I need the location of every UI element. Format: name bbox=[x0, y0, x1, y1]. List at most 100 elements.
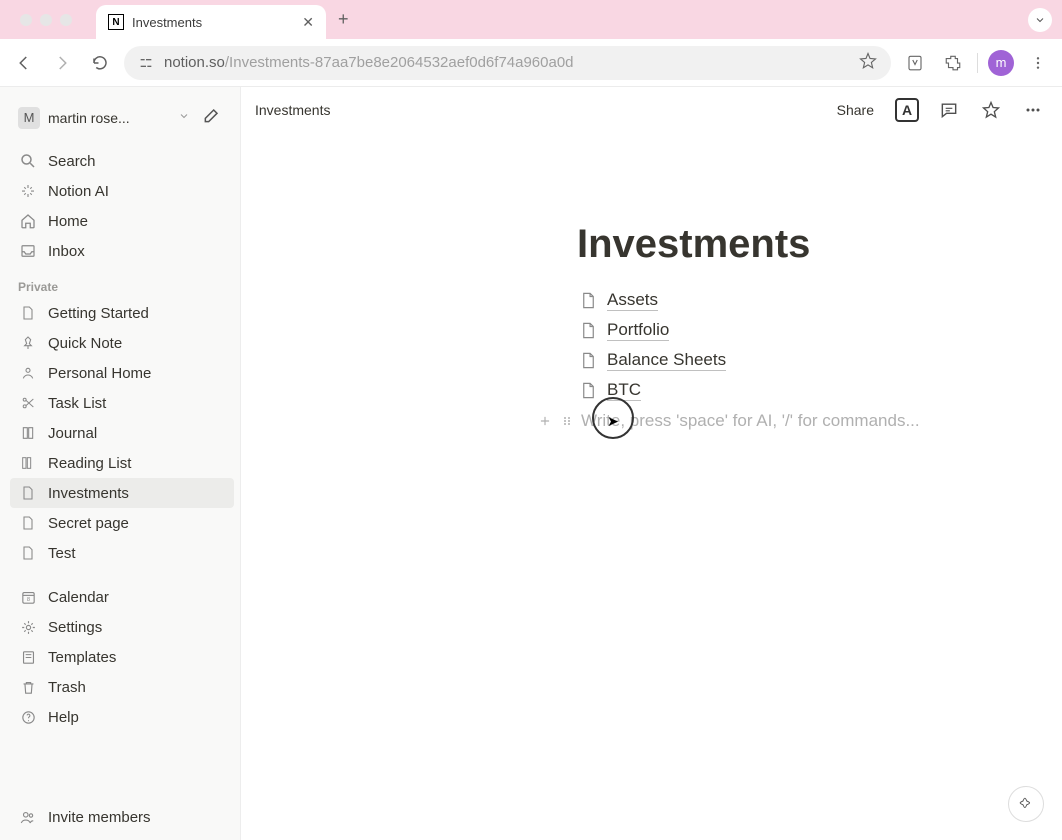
close-window[interactable] bbox=[20, 14, 32, 26]
url-host: notion.so/Investments-87aa7be8e2064532ae… bbox=[164, 54, 574, 71]
template-icon bbox=[18, 647, 38, 667]
sidebar-page-task-list[interactable]: Task List bbox=[10, 388, 234, 418]
tab-title: Investments bbox=[132, 15, 294, 30]
inbox-icon bbox=[18, 241, 38, 261]
sidebar-item-help[interactable]: Help bbox=[10, 702, 234, 732]
tab-strip: N Investments ✕ + bbox=[0, 0, 1062, 39]
search-icon bbox=[18, 151, 38, 171]
workspace-name: martin rose... bbox=[48, 110, 170, 126]
person-icon bbox=[18, 363, 38, 383]
arrow-right-icon bbox=[53, 54, 71, 72]
new-tab-button[interactable]: + bbox=[338, 9, 349, 30]
sidebar-section-private: Private bbox=[10, 266, 234, 298]
sidebar-page-quick-note[interactable]: Quick Note bbox=[10, 328, 234, 358]
svg-text:8: 8 bbox=[26, 597, 29, 603]
sidebar-page-reading-list[interactable]: Reading List bbox=[10, 448, 234, 478]
ai-fab-button[interactable] bbox=[1008, 786, 1044, 822]
url-bar-row: notion.so/Investments-87aa7be8e2064532ae… bbox=[0, 39, 1062, 87]
breadcrumb[interactable]: Investments bbox=[255, 102, 330, 118]
extensions-icon[interactable] bbox=[939, 49, 967, 77]
sidebar-item-notion-ai[interactable]: Notion AI bbox=[10, 176, 234, 206]
sidebar-item-calendar[interactable]: 8 Calendar bbox=[10, 582, 234, 612]
main-content: Investments Share A Investments Assets bbox=[241, 87, 1062, 840]
sidebar-item-templates[interactable]: Templates bbox=[10, 642, 234, 672]
trash-icon bbox=[18, 677, 38, 697]
add-block-icon[interactable] bbox=[537, 414, 553, 428]
profile-avatar[interactable]: m bbox=[988, 50, 1014, 76]
subpage-balance-sheets[interactable]: Balance Sheets bbox=[577, 345, 1062, 375]
maximize-window[interactable] bbox=[60, 14, 72, 26]
minimize-window[interactable] bbox=[40, 14, 52, 26]
sidebar-page-test[interactable]: Test bbox=[10, 538, 234, 568]
browser-menu-icon[interactable] bbox=[1024, 49, 1052, 77]
site-settings-icon[interactable] bbox=[138, 55, 154, 71]
tab-overflow-button[interactable] bbox=[1028, 8, 1052, 32]
gear-icon bbox=[18, 617, 38, 637]
close-tab-icon[interactable]: ✕ bbox=[302, 14, 314, 31]
workspace-switcher[interactable]: M martin rose... bbox=[10, 95, 234, 140]
reader-mode-icon[interactable] bbox=[901, 49, 929, 77]
pin-icon bbox=[18, 333, 38, 353]
address-bar[interactable]: notion.so/Investments-87aa7be8e2064532ae… bbox=[124, 46, 891, 80]
calendar-icon: 8 bbox=[18, 587, 38, 607]
scissors-icon bbox=[18, 393, 38, 413]
home-icon bbox=[18, 211, 38, 231]
notion-app: M martin rose... Search Notion AI Home I… bbox=[0, 87, 1062, 840]
share-button[interactable]: Share bbox=[831, 98, 880, 122]
page-icon bbox=[577, 319, 599, 341]
drag-handle-icon[interactable] bbox=[559, 414, 575, 428]
window-controls bbox=[10, 14, 82, 26]
page-icon bbox=[18, 483, 38, 503]
browser-chrome: N Investments ✕ + notion.so/Investments-… bbox=[0, 0, 1062, 87]
sidebar-page-investments[interactable]: Investments bbox=[10, 478, 234, 508]
ai-icon bbox=[18, 181, 38, 201]
sidebar-item-inbox[interactable]: Inbox bbox=[10, 236, 234, 266]
sidebar-item-search[interactable]: Search bbox=[10, 146, 234, 176]
comment-icon bbox=[939, 100, 959, 120]
page-icon bbox=[18, 513, 38, 533]
people-icon bbox=[18, 807, 38, 827]
sidebar-item-trash[interactable]: Trash bbox=[10, 672, 234, 702]
subpage-assets[interactable]: Assets bbox=[577, 285, 1062, 315]
comments-button[interactable] bbox=[934, 95, 964, 125]
reload-button[interactable] bbox=[86, 49, 114, 77]
new-block-row[interactable]: Write, press 'space' for AI, '/' for com… bbox=[537, 405, 1062, 431]
sidebar-invite-members[interactable]: Invite members bbox=[10, 802, 234, 832]
browser-tab[interactable]: N Investments ✕ bbox=[96, 5, 326, 39]
arrow-left-icon bbox=[15, 54, 33, 72]
editor-placeholder: Write, press 'space' for AI, '/' for com… bbox=[581, 411, 920, 431]
page-icon bbox=[18, 303, 38, 323]
bookmark-icon bbox=[18, 453, 38, 473]
sidebar-item-home[interactable]: Home bbox=[10, 206, 234, 236]
page-title[interactable]: Investments bbox=[577, 222, 1062, 267]
subpage-portfolio[interactable]: Portfolio bbox=[577, 315, 1062, 345]
star-icon bbox=[981, 100, 1001, 120]
reload-icon bbox=[91, 54, 109, 72]
sparkle-icon bbox=[1017, 795, 1035, 813]
sidebar-page-journal[interactable]: Journal bbox=[10, 418, 234, 448]
page-icon bbox=[577, 379, 599, 401]
sidebar-item-settings[interactable]: Settings bbox=[10, 612, 234, 642]
back-button[interactable] bbox=[10, 49, 38, 77]
favorite-button[interactable] bbox=[976, 95, 1006, 125]
notion-favicon: N bbox=[108, 14, 124, 30]
page-icon bbox=[18, 543, 38, 563]
sidebar: M martin rose... Search Notion AI Home I… bbox=[0, 87, 241, 840]
sidebar-page-getting-started[interactable]: Getting Started bbox=[10, 298, 234, 328]
help-icon bbox=[18, 707, 38, 727]
chevron-down-icon bbox=[1034, 14, 1046, 26]
more-options-button[interactable] bbox=[1018, 95, 1048, 125]
sidebar-page-secret[interactable]: Secret page bbox=[10, 508, 234, 538]
subpage-btc[interactable]: BTC bbox=[577, 375, 1062, 405]
forward-button[interactable] bbox=[48, 49, 76, 77]
font-style-button[interactable]: A bbox=[892, 95, 922, 125]
workspace-avatar: M bbox=[18, 107, 40, 129]
page-icon bbox=[577, 349, 599, 371]
topbar: Investments Share A bbox=[241, 87, 1062, 132]
bookmark-star-icon[interactable] bbox=[859, 52, 877, 74]
new-page-button[interactable] bbox=[198, 101, 226, 134]
chevron-down-icon bbox=[178, 109, 190, 127]
page-body: Investments Assets Portfolio Balance She… bbox=[241, 132, 1062, 431]
book-icon bbox=[18, 423, 38, 443]
sidebar-page-personal-home[interactable]: Personal Home bbox=[10, 358, 234, 388]
